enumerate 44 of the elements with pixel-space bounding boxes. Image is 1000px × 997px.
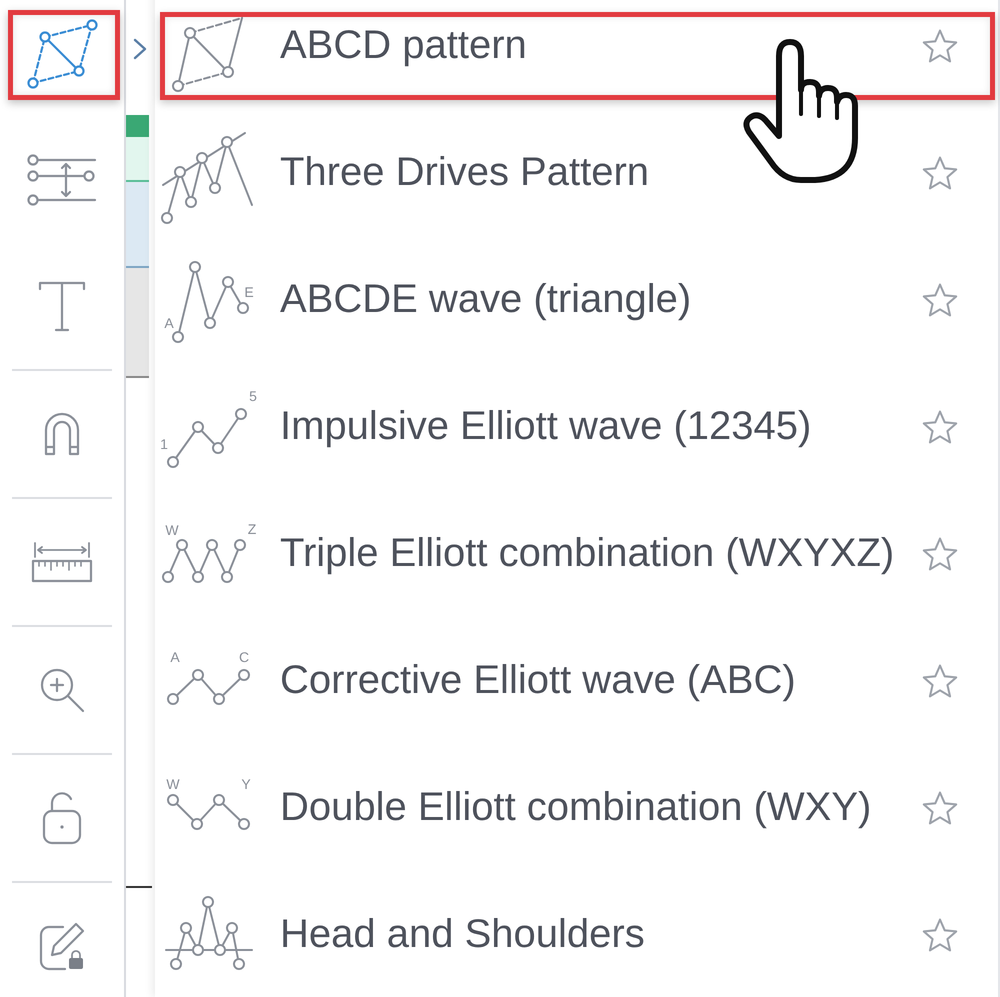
menu-item[interactable]: Three Drives Pattern [155,109,998,236]
menu-item[interactable]: 1 5 Impulsive Elliott wave (12345) [155,363,998,490]
ruler-icon [31,541,93,583]
zigzag-trend-icon [161,132,253,224]
wave-line-icon [167,794,250,830]
parallelogram-icon [172,16,243,92]
point-label: W [165,522,179,538]
point-label: E [244,284,254,300]
wave-line-icon [167,668,250,704]
point-label: 1 [160,436,168,452]
point-label: A [170,648,180,664]
text-icon [38,280,86,332]
magnet-icon [44,412,80,456]
peaks-icon [165,896,253,970]
star-icon[interactable] [922,918,958,952]
menu-item[interactable]: A C Corrective Elliott wave (ABC) [155,617,998,744]
chevron-right-icon [133,38,147,60]
star-icon[interactable] [922,156,958,190]
price-marker [126,115,149,137]
point-label: C [238,648,250,664]
menu-item[interactable]: Head and Shoulders [155,871,998,997]
star-icon[interactable] [922,282,958,316]
point-label: 5 [249,388,257,404]
zigzag-line-icon [167,408,247,468]
menu-item[interactable]: A E ABCDE wave (triangle) [155,236,998,363]
zoom-in-icon [40,668,84,712]
parallelogram-icon [26,19,98,89]
star-icon[interactable] [922,790,958,824]
point-label: A [164,314,174,330]
pencil-square-icon [39,921,85,971]
point-label: W [166,776,180,792]
star-icon[interactable] [922,664,958,698]
star-icon[interactable] [922,410,958,444]
point-label: Z [248,520,256,536]
menu-item[interactable]: ABCD pattern [155,0,998,109]
price-line [126,886,152,888]
menu-item[interactable]: W Y Double Elliott combination (WXY) [155,744,998,871]
star-icon[interactable] [922,28,958,62]
point-label: Y [241,776,251,792]
zigzag-wave-icon [162,538,246,582]
star-icon[interactable] [922,536,958,570]
menu-item[interactable]: W Z Triple Elliott combination (WXYXZ) [155,490,998,617]
parallel-lines-icon [27,154,97,206]
padlock-icon [42,791,82,845]
